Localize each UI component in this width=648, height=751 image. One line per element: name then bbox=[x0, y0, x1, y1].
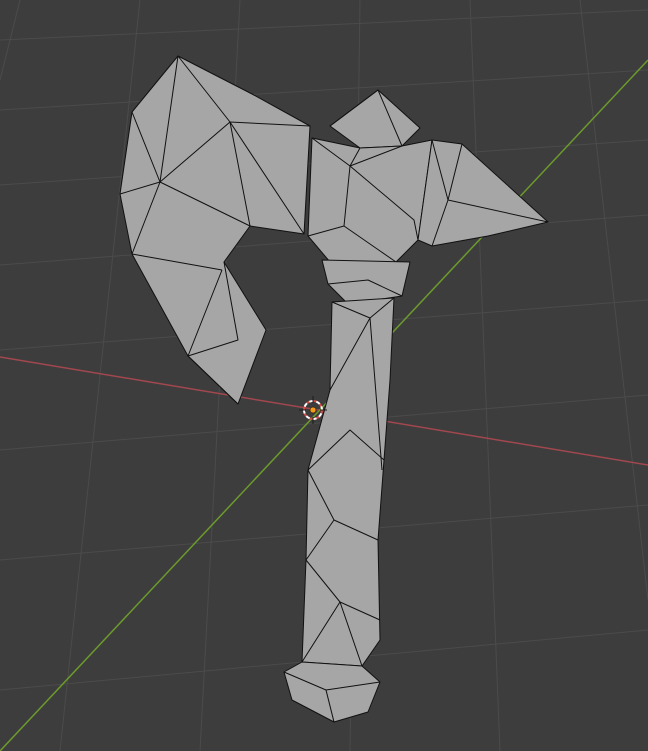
viewport-canvas[interactable] bbox=[0, 0, 648, 751]
3d-viewport[interactable] bbox=[0, 0, 648, 751]
axe-mesh[interactable] bbox=[119, 55, 549, 723]
